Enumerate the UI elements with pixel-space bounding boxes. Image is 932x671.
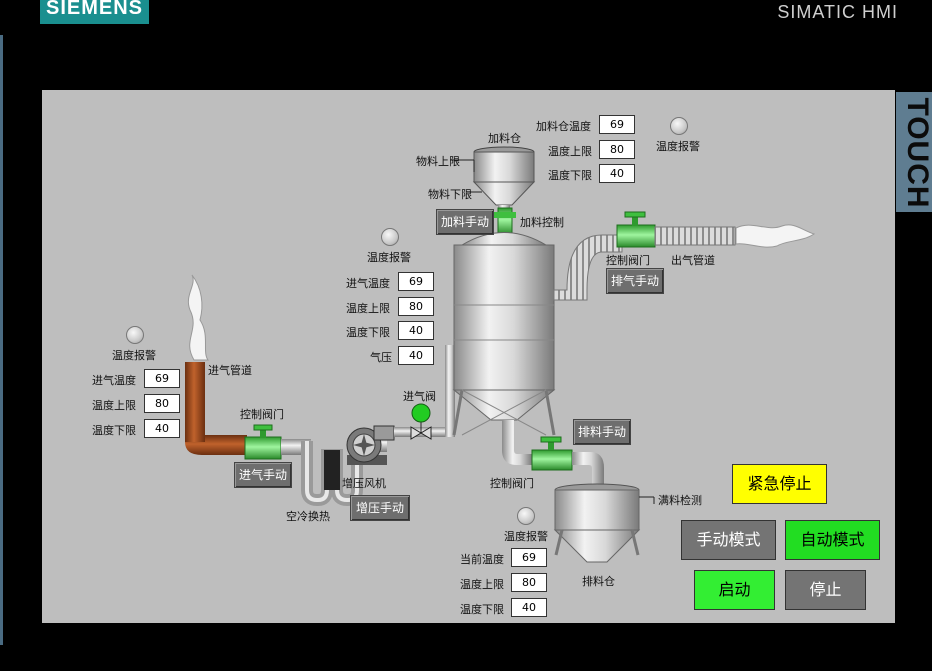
emergency-stop-button[interactable]: 紧急停止 xyxy=(732,464,827,504)
inlet-manual-button[interactable]: 进气手动 xyxy=(234,462,292,488)
alarm-label-mid: 温度报警 xyxy=(367,251,411,264)
discharge-bin xyxy=(553,483,641,563)
hopper-title: 加料仓 xyxy=(488,132,521,145)
discharge-row-label: 当前温度 xyxy=(460,553,504,566)
feed-manual-button[interactable]: 加料手动 xyxy=(436,209,494,235)
alarm-lamp-left xyxy=(126,326,144,344)
start-button[interactable]: 启动 xyxy=(694,570,775,610)
mid-row-label: 温度下限 xyxy=(346,326,390,339)
discharge-row-label: 温度上限 xyxy=(460,578,504,591)
discharge-row-value: 69 xyxy=(511,548,547,567)
fan-label: 增压风机 xyxy=(342,477,386,490)
left-row-label: 温度上限 xyxy=(92,399,136,412)
alarm-label-hopper: 温度报警 xyxy=(656,140,700,153)
stop-button[interactable]: 停止 xyxy=(785,570,866,610)
hopper-row-label: 温度上限 xyxy=(548,145,592,158)
touch-label: TOUCH xyxy=(896,92,932,212)
feed-control-label: 加料控制 xyxy=(520,216,564,229)
discharge-row-label: 温度下限 xyxy=(460,603,504,616)
discharge-row-value: 80 xyxy=(511,573,547,592)
mid-row-label: 气压 xyxy=(370,351,392,364)
mid-row-label: 进气温度 xyxy=(346,277,390,290)
outlet-valve-label: 控制阀门 xyxy=(606,254,650,267)
alarm-label-discharge: 温度报警 xyxy=(504,530,548,543)
manual-mode-button[interactable]: 手动模式 xyxy=(681,520,776,560)
inlet-valve-label: 控制阀门 xyxy=(240,408,284,421)
alarm-lamp-hopper xyxy=(670,117,688,135)
siemens-logo: SIEMENS xyxy=(40,0,150,24)
discharge-valve-label: 控制阀门 xyxy=(490,477,534,490)
left-row-value: 80 xyxy=(144,394,180,413)
mid-row-value: 40 xyxy=(398,321,434,340)
exhaust-manual-button[interactable]: 排气手动 xyxy=(606,268,664,294)
discharge-pipe xyxy=(502,420,532,465)
left-row-label: 温度下限 xyxy=(92,424,136,437)
left-row-label: 进气温度 xyxy=(92,374,136,387)
inlet-pipe-label: 进气管道 xyxy=(208,364,252,377)
silo xyxy=(452,232,556,436)
cooler-label: 空冷换热 xyxy=(286,510,330,523)
left-row-value: 40 xyxy=(144,419,180,438)
bin-label: 排料仓 xyxy=(582,575,615,588)
material-upper-label: 物料上限 xyxy=(416,155,460,168)
gate-valve-label: 进气阀 xyxy=(403,390,436,403)
alarm-label-left: 温度报警 xyxy=(112,349,156,362)
fan-manual-button[interactable]: 增压手动 xyxy=(350,495,410,521)
mid-row-value: 69 xyxy=(398,272,434,291)
discharge-row-value: 40 xyxy=(511,598,547,617)
frame-edge xyxy=(0,35,3,645)
smoke-left xyxy=(187,274,209,361)
hopper-row-label: 温度下限 xyxy=(548,169,592,182)
alarm-lamp-discharge xyxy=(517,507,535,525)
mid-row-value: 40 xyxy=(398,346,434,365)
hopper-row-value: 80 xyxy=(599,140,635,159)
discharge-manual-button[interactable]: 排料手动 xyxy=(573,419,631,445)
inlet-valve-body xyxy=(244,436,282,460)
auto-mode-button[interactable]: 自动模式 xyxy=(785,520,880,560)
outlet-pipe-label: 出气管道 xyxy=(671,254,715,267)
hopper-row-value: 40 xyxy=(599,164,635,183)
hmi-title: SIMATIC HMI xyxy=(777,2,898,22)
inlet-pipe-vertical xyxy=(185,362,205,442)
full-detect-label: 满料检测 xyxy=(658,494,702,507)
feed-valve xyxy=(497,207,513,235)
hopper-row-label: 加料仓温度 xyxy=(536,120,591,133)
hopper-row-value: 69 xyxy=(599,115,635,134)
alarm-lamp-mid xyxy=(381,228,399,246)
hmi-screen: 温度报警 进气管道 进气温度 69 温度上限 80 温度下限 40 控制阀门 进… xyxy=(42,90,895,623)
mid-row-value: 80 xyxy=(398,297,434,316)
material-lower-label: 物料下限 xyxy=(428,188,472,201)
feed-hopper xyxy=(472,146,536,213)
left-row-value: 69 xyxy=(144,369,180,388)
inlet-valve-lamp xyxy=(411,403,431,423)
mid-row-label: 温度上限 xyxy=(346,302,390,315)
smoke-right xyxy=(735,224,816,248)
